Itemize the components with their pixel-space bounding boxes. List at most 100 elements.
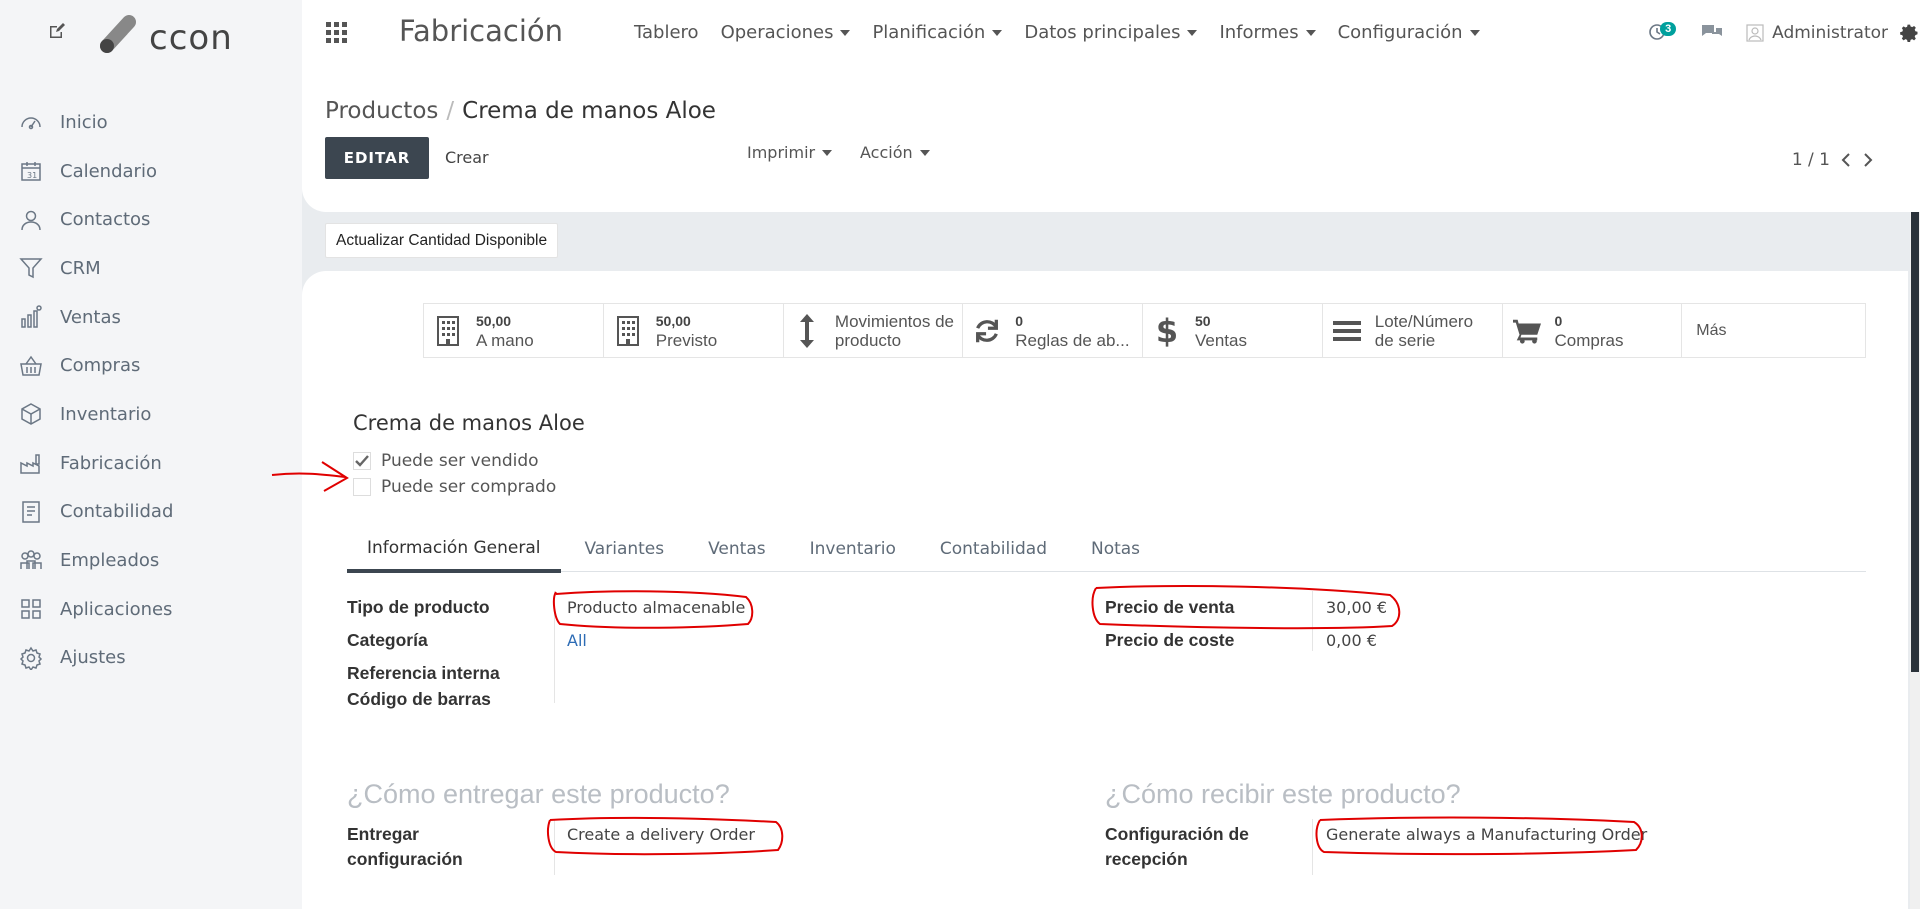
- menu-label: Configuración: [1337, 22, 1463, 43]
- product-type-field[interactable]: Producto almacenable: [567, 598, 745, 617]
- sidebar-item-contactos[interactable]: Contactos: [0, 195, 302, 244]
- stat-forecasted[interactable]: 50,00 Previsto: [604, 304, 784, 357]
- grid-icon: [18, 596, 44, 622]
- basket-icon: [18, 353, 44, 379]
- print-dropdown[interactable]: Imprimir: [747, 143, 833, 162]
- stat-label: Previsto: [655, 330, 718, 350]
- sidebar-item-ventas[interactable]: Ventas: [0, 293, 302, 342]
- more-label: Más: [1696, 321, 1727, 339]
- sidebar-item-empleados[interactable]: Empleados: [0, 536, 302, 585]
- sidebar-item-label: Contabilidad: [60, 501, 174, 523]
- sale-price-field[interactable]: 30,00 €: [1326, 598, 1387, 617]
- sidebar-item-inventario[interactable]: Inventario: [0, 390, 302, 439]
- tab-inventario[interactable]: Inventario: [790, 526, 916, 572]
- sidebar-item-label: Fabricación: [60, 452, 162, 474]
- activity-button[interactable]: 3: [1648, 19, 1677, 47]
- scrollbar-thumb[interactable]: [1911, 212, 1919, 672]
- stat-on-hand[interactable]: 50,00 A mano: [424, 304, 604, 357]
- can-be-purchased-checkbox[interactable]: [353, 478, 371, 496]
- tab-ventas[interactable]: Ventas: [688, 526, 785, 572]
- category-link[interactable]: All: [567, 631, 587, 650]
- menu-configuracion[interactable]: Configuración: [1338, 22, 1480, 43]
- sidebar-item-label: Ventas: [60, 306, 121, 328]
- avatar[interactable]: [1746, 24, 1764, 42]
- breadcrumb-parent[interactable]: Productos: [325, 98, 438, 124]
- pager-value[interactable]: 1 / 1: [1792, 150, 1830, 170]
- stat-product-moves[interactable]: Movimientos de producto: [784, 304, 964, 357]
- tab-notas[interactable]: Notas: [1071, 526, 1160, 572]
- menu-label: Datos principales: [1024, 22, 1181, 43]
- can-be-purchased-row: Puede ser comprado: [353, 477, 556, 497]
- barcode-label: Código de barras: [347, 689, 491, 709]
- field-separator: [554, 591, 555, 703]
- chat-icon[interactable]: [1700, 23, 1724, 43]
- menu-informes[interactable]: Informes: [1219, 22, 1316, 43]
- stat-lots-serials[interactable]: Lote/Número de serie: [1323, 304, 1503, 357]
- can-be-sold-checkbox[interactable]: [353, 452, 371, 470]
- update-quantity-button[interactable]: Actualizar Cantidad Disponible: [325, 223, 559, 258]
- sale-price-label: Precio de venta: [1105, 597, 1235, 617]
- stat-value: 50,00: [655, 312, 691, 329]
- sidebar-item-compras[interactable]: Compras: [0, 341, 302, 390]
- delivery-config-field[interactable]: Create a delivery Order: [567, 825, 755, 844]
- menu-planificacion[interactable]: Planificación: [872, 22, 1003, 43]
- stat-label: Lote/Número de serie: [1374, 311, 1474, 350]
- sidebar-item-label: Inventario: [60, 403, 152, 425]
- stat-purchases[interactable]: 0 Compras: [1503, 304, 1683, 357]
- control-panel: Productos / Crema de manos Aloe EDITAR Cre…: [302, 66, 1920, 212]
- sidebar: ccon Inicio 31 Calendario Contactos CRM …: [0, 0, 302, 909]
- arrows-vertical-icon: [794, 313, 821, 348]
- calendar-icon: 31: [18, 158, 44, 184]
- edit-icon[interactable]: [48, 22, 66, 40]
- category-label: Categoría: [347, 630, 428, 650]
- tab-informacion-general[interactable]: Información General: [347, 526, 561, 573]
- chevron-right-icon[interactable]: [1862, 152, 1874, 168]
- cost-price-field[interactable]: 0,00 €: [1326, 631, 1377, 650]
- dollar-icon: $: [1155, 311, 1179, 350]
- refresh-icon: [973, 315, 1001, 347]
- menu-tablero[interactable]: Tablero: [634, 22, 699, 43]
- smart-buttons: 50,00 A mano 50,00 Previsto Movimientos de…: [423, 303, 1866, 358]
- scrollbar[interactable]: [1910, 212, 1920, 909]
- tab-contabilidad[interactable]: Contabilidad: [920, 526, 1067, 572]
- sidebar-item-label: Ajustes: [60, 647, 126, 669]
- create-button[interactable]: Crear: [445, 148, 489, 167]
- sidebar-item-calendario[interactable]: 31 Calendario: [0, 147, 302, 196]
- stat-value: 50: [1195, 312, 1211, 329]
- stat-text: 50 Ventas: [1195, 312, 1247, 350]
- cart-icon: [1512, 315, 1541, 347]
- chevron-left-icon[interactable]: [1840, 152, 1852, 168]
- can-be-sold-row: Puede ser vendido: [353, 451, 539, 471]
- logo-text: ccon: [149, 18, 233, 58]
- field-separator: [1312, 591, 1313, 651]
- stat-label: Reglas de ab...: [1015, 330, 1130, 350]
- gear-icon[interactable]: [1900, 23, 1920, 43]
- edit-button[interactable]: EDITAR: [325, 137, 429, 179]
- sidebar-item-contabilidad[interactable]: Contabilidad: [0, 488, 302, 537]
- tab-variantes[interactable]: Variantes: [565, 526, 685, 572]
- sidebar-item-ajustes[interactable]: Ajustes: [0, 634, 302, 683]
- action-dropdown[interactable]: Acción: [860, 143, 930, 162]
- delivery-config-label-line1: Entregar: [347, 824, 419, 844]
- stat-reorder-rules[interactable]: 0 Reglas de ab...: [963, 304, 1143, 357]
- stat-text: 50,00 Previsto: [656, 312, 717, 350]
- stat-text: Movimientos de producto: [835, 312, 962, 350]
- stat-sales[interactable]: $ 50 Ventas: [1143, 304, 1323, 357]
- menu-label: Informes: [1219, 22, 1299, 43]
- stat-label: Compras: [1554, 330, 1624, 350]
- menu-operaciones[interactable]: Operaciones: [721, 22, 851, 43]
- app-title: Fabricación: [399, 14, 564, 48]
- stat-more[interactable]: Más: [1682, 304, 1865, 357]
- check-icon: [355, 455, 369, 467]
- chart-icon: [18, 304, 44, 330]
- apps-menu-icon[interactable]: [326, 22, 348, 44]
- field-separator: [554, 819, 555, 875]
- user-menu[interactable]: Administrator: [1772, 23, 1888, 43]
- reception-config-field[interactable]: Generate always a Manufacturing Order: [1326, 825, 1647, 844]
- sidebar-item-fabricacion[interactable]: Fabricación: [0, 439, 302, 488]
- menu-datos-principales[interactable]: Datos principales: [1024, 22, 1198, 43]
- sidebar-item-aplicaciones[interactable]: Aplicaciones: [0, 585, 302, 634]
- sidebar-item-crm[interactable]: CRM: [0, 244, 302, 293]
- sidebar-item-inicio[interactable]: Inicio: [0, 98, 302, 147]
- sidebar-item-label: CRM: [60, 257, 101, 279]
